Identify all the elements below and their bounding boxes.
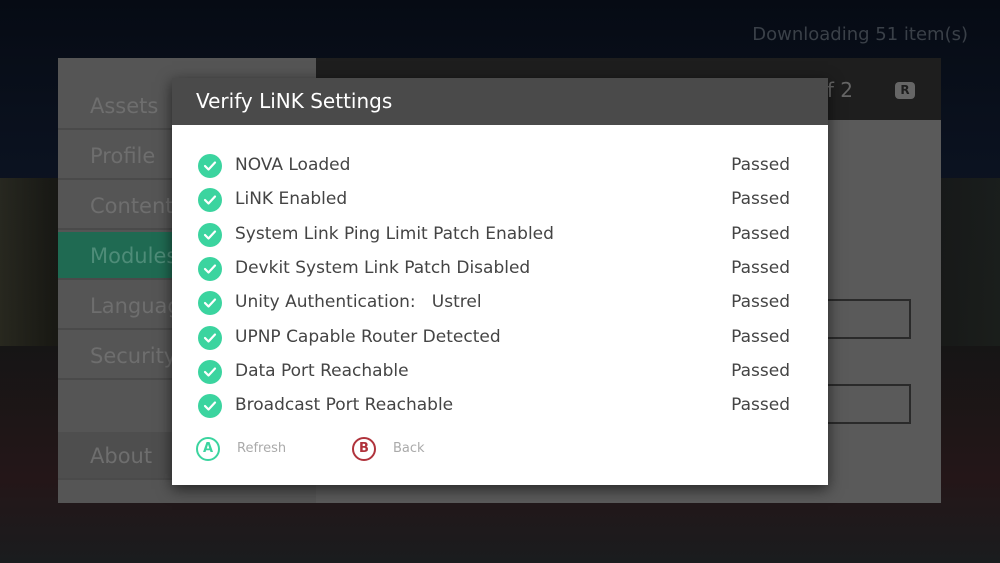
- check-status: Passed: [731, 292, 790, 313]
- check-circle-icon: [198, 256, 222, 281]
- a-button-icon: A: [196, 437, 220, 461]
- check-row: Devkit System Link Patch Disabled Passed: [198, 254, 790, 284]
- check-row: Broadcast Port Reachable Passed: [198, 391, 790, 421]
- check-label: LiNK Enabled: [235, 189, 348, 210]
- check-label: Devkit System Link Patch Disabled: [235, 257, 531, 278]
- check-status: Passed: [731, 223, 790, 244]
- check-row: UPNP Capable Router Detected Passed: [198, 323, 790, 353]
- check-row: Unity Authentication: Ustrel Passed: [198, 288, 790, 318]
- check-row: LiNK Enabled Passed: [198, 185, 790, 215]
- check-status: Passed: [731, 360, 790, 381]
- back-label: Back: [393, 441, 425, 456]
- check-circle-icon: [198, 325, 222, 350]
- check-row: System Link Ping Limit Patch Enabled Pass…: [198, 220, 790, 250]
- check-circle-icon: [198, 291, 222, 316]
- check-label: NOVA Loaded: [235, 155, 351, 175]
- check-circle-icon: [198, 188, 222, 213]
- check-status: Passed: [731, 395, 790, 416]
- check-status: Passed: [731, 326, 790, 347]
- check-circle-icon: [198, 359, 222, 384]
- r-bumper-icon[interactable]: R: [895, 82, 915, 99]
- check-label: UPNP Capable Router Detected: [235, 326, 501, 347]
- check-row: NOVA Loaded Passed: [198, 151, 790, 181]
- check-status: Passed: [731, 189, 790, 210]
- download-status: Downloading 51 item(s): [752, 24, 968, 45]
- b-button-icon: B: [352, 437, 376, 461]
- check-row: Data Port Reachable Passed: [198, 357, 790, 387]
- check-label: Data Port Reachable: [235, 360, 409, 381]
- check-label: System Link Ping Limit Patch Enabled: [235, 223, 554, 244]
- check-status: Passed: [731, 257, 790, 278]
- verify-link-dialog: Verify LiNK Settings NOVA Loaded Passed Li…: [172, 78, 828, 485]
- check-label: Broadcast Port Reachable: [235, 395, 454, 416]
- dialog-title: Verify LiNK Settings: [172, 78, 828, 125]
- check-label: Unity Authentication: Ustrel: [235, 292, 482, 313]
- check-status: Passed: [731, 155, 790, 175]
- check-circle-icon: [198, 222, 222, 247]
- refresh-label: Refresh: [237, 441, 287, 456]
- check-circle-icon: [198, 154, 222, 178]
- check-circle-icon: [198, 394, 222, 419]
